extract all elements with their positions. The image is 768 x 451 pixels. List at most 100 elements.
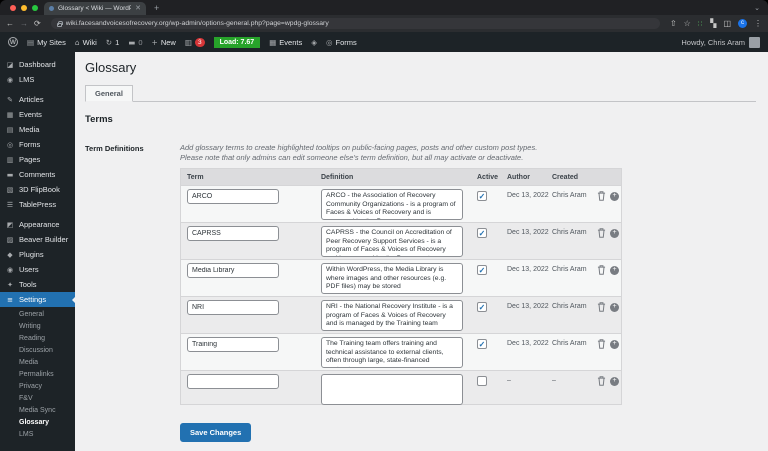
extensions-puzzle-icon[interactable]: ▚ — [710, 19, 716, 28]
definition-textarea[interactable]: ARCO - the Association of Recovery Commu… — [321, 189, 463, 220]
delete-term-icon[interactable] — [597, 228, 606, 238]
term-input[interactable] — [187, 226, 279, 241]
browser-window: Glossary < Wiki — WordPress ✕ + ⌄ ← → ⟳ … — [0, 0, 768, 451]
delete-term-icon[interactable] — [597, 339, 606, 349]
active-checkbox[interactable] — [477, 265, 487, 275]
sidebar-item-events[interactable]: ▦ Events — [0, 107, 75, 122]
my-sites-menu[interactable]: ▤ My Sites — [27, 38, 66, 47]
delete-term-icon[interactable] — [597, 265, 606, 275]
add-term-icon[interactable]: + — [610, 228, 619, 238]
bookmark-star-icon[interactable]: ☆ — [684, 19, 691, 28]
forward-icon[interactable]: → — [20, 19, 28, 28]
browser-tab[interactable]: Glossary < Wiki — WordPress ✕ — [44, 2, 146, 15]
back-icon[interactable]: ← — [6, 19, 14, 28]
submenu-item-media-sync[interactable]: Media Sync — [0, 405, 75, 417]
comments-menu[interactable]: ▬ 0 — [128, 38, 142, 47]
side-panel-icon[interactable]: ◫ — [723, 19, 731, 28]
sidebar-item-settings[interactable]: ≡ Settings — [0, 292, 76, 307]
sidebar-item-dashboard[interactable]: ◪ Dashboard — [0, 57, 75, 72]
add-term-icon[interactable]: + — [610, 191, 619, 201]
server-load-badge[interactable]: Load: 7.67 — [213, 36, 261, 48]
term-input[interactable] — [187, 300, 279, 315]
notifications-menu[interactable]: ▥ 3 — [185, 37, 205, 47]
sidebar-item-users[interactable]: ◉ Users — [0, 262, 75, 277]
definition-textarea[interactable]: CAPRSS - the Council on Accreditation of… — [321, 226, 463, 257]
definition-textarea[interactable]: Within WordPress, the Media Library is w… — [321, 263, 463, 294]
add-term-icon[interactable]: + — [610, 302, 619, 312]
sidebar-item-media[interactable]: ▤ Media — [0, 122, 75, 137]
active-checkbox[interactable] — [477, 376, 487, 386]
reload-icon[interactable]: ⟳ — [34, 19, 41, 28]
sidebar-item-tablepress[interactable]: ☰ TablePress — [0, 197, 75, 212]
column-header-term: Term — [187, 173, 204, 181]
field-label-term-definitions: Term Definitions — [85, 144, 144, 153]
delete-term-icon[interactable] — [597, 191, 606, 201]
minimize-window-button[interactable] — [21, 5, 27, 11]
sidebar-item-comments[interactable]: ▬ Comments — [0, 167, 75, 182]
close-window-button[interactable] — [10, 5, 16, 11]
term-input[interactable] — [187, 374, 279, 389]
forms-menu[interactable]: ◎ Forms — [326, 38, 357, 47]
sidebar-item-3d-flipbook[interactable]: ▧ 3D FlipBook — [0, 182, 75, 197]
browser-menu-icon[interactable]: ⋮ — [754, 19, 762, 28]
delete-term-icon[interactable] — [597, 302, 606, 312]
submenu-item-privacy[interactable]: Privacy — [0, 381, 75, 393]
submenu-item-general[interactable]: General — [0, 309, 75, 321]
submenu-item-fv[interactable]: F&V — [0, 393, 75, 405]
sidebar-item-pages[interactable]: ▥ Pages — [0, 152, 75, 167]
term-input[interactable] — [187, 263, 279, 278]
definition-textarea[interactable] — [321, 374, 463, 405]
active-checkbox[interactable] — [477, 191, 487, 201]
submenu-item-permalinks[interactable]: Permalinks — [0, 369, 75, 381]
events-menu[interactable]: ▦ Events — [269, 38, 302, 47]
account-menu[interactable]: Howdy, Chris Aram — [681, 36, 760, 48]
submenu-item-writing[interactable]: Writing — [0, 321, 75, 333]
sidebar-item-tools[interactable]: ✦ Tools — [0, 277, 75, 292]
delete-term-icon[interactable] — [597, 376, 606, 386]
share-icon[interactable]: ⇧ — [670, 19, 677, 28]
updates-menu[interactable]: ↻ 1 — [106, 38, 119, 47]
submenu-item-media[interactable]: Media — [0, 357, 75, 369]
active-checkbox[interactable] — [477, 339, 487, 349]
tab-search-chevron-icon[interactable]: ⌄ — [754, 4, 760, 12]
extension-dots-icon[interactable]: ∷ — [698, 20, 703, 28]
window-controls[interactable] — [10, 5, 38, 11]
address-bar[interactable]: wiki.facesandvoicesofrecovery.org/wp-adm… — [50, 18, 660, 29]
tablepress-icon: ☰ — [6, 200, 14, 209]
diamond-plugin-icon[interactable]: ◈ — [311, 38, 317, 47]
add-term-icon[interactable]: + — [610, 339, 619, 349]
sidebar-item-beaver-builder[interactable]: ▨ Beaver Builder — [0, 232, 75, 247]
profile-avatar[interactable]: c — [738, 19, 747, 28]
tab-close-icon[interactable]: ✕ — [135, 5, 141, 12]
url-text: wiki.facesandvoicesofrecovery.org/wp-adm… — [65, 20, 329, 27]
submenu-item-glossary[interactable]: Glossary — [0, 417, 75, 429]
plugins-icon: ◆ — [7, 250, 13, 259]
save-changes-button[interactable]: Save Changes — [180, 423, 252, 442]
tab-general[interactable]: General — [85, 85, 133, 102]
active-checkbox[interactable] — [477, 302, 487, 312]
new-tab-button[interactable]: + — [154, 3, 159, 13]
submenu-item-lms[interactable]: LMS — [0, 429, 75, 441]
beaver-builder-icon: ▨ — [6, 235, 14, 244]
term-input[interactable] — [187, 189, 279, 204]
add-term-icon[interactable]: + — [610, 265, 619, 275]
sidebar-item-plugins[interactable]: ◆ Plugins — [0, 247, 75, 262]
sidebar-item-articles[interactable]: ✎ Articles — [0, 92, 75, 107]
definition-textarea[interactable]: NRI - the National Recovery Institute - … — [321, 300, 463, 331]
add-term-icon[interactable]: + — [610, 376, 619, 386]
submenu-item-discussion[interactable]: Discussion — [0, 345, 75, 357]
new-content-menu[interactable]: + New — [152, 38, 176, 47]
wordpress-logo-icon[interactable]: W — [8, 37, 18, 47]
my-sites-icon: ▤ — [27, 37, 35, 47]
definition-textarea[interactable]: The Training team offers training and te… — [321, 337, 463, 368]
term-input[interactable] — [187, 337, 279, 352]
sidebar-item-lms[interactable]: ◉ LMS — [0, 72, 75, 87]
active-checkbox[interactable] — [477, 228, 487, 238]
column-header-author: Author — [507, 173, 530, 181]
sidebar-item-forms[interactable]: ◎ Forms — [0, 137, 75, 152]
comments-icon: ▬ — [128, 37, 136, 47]
maximize-window-button[interactable] — [32, 5, 38, 11]
site-home-menu[interactable]: ⌂ Wiki — [75, 38, 97, 47]
sidebar-item-appearance[interactable]: ◩ Appearance — [0, 217, 75, 232]
submenu-item-reading[interactable]: Reading — [0, 333, 75, 345]
